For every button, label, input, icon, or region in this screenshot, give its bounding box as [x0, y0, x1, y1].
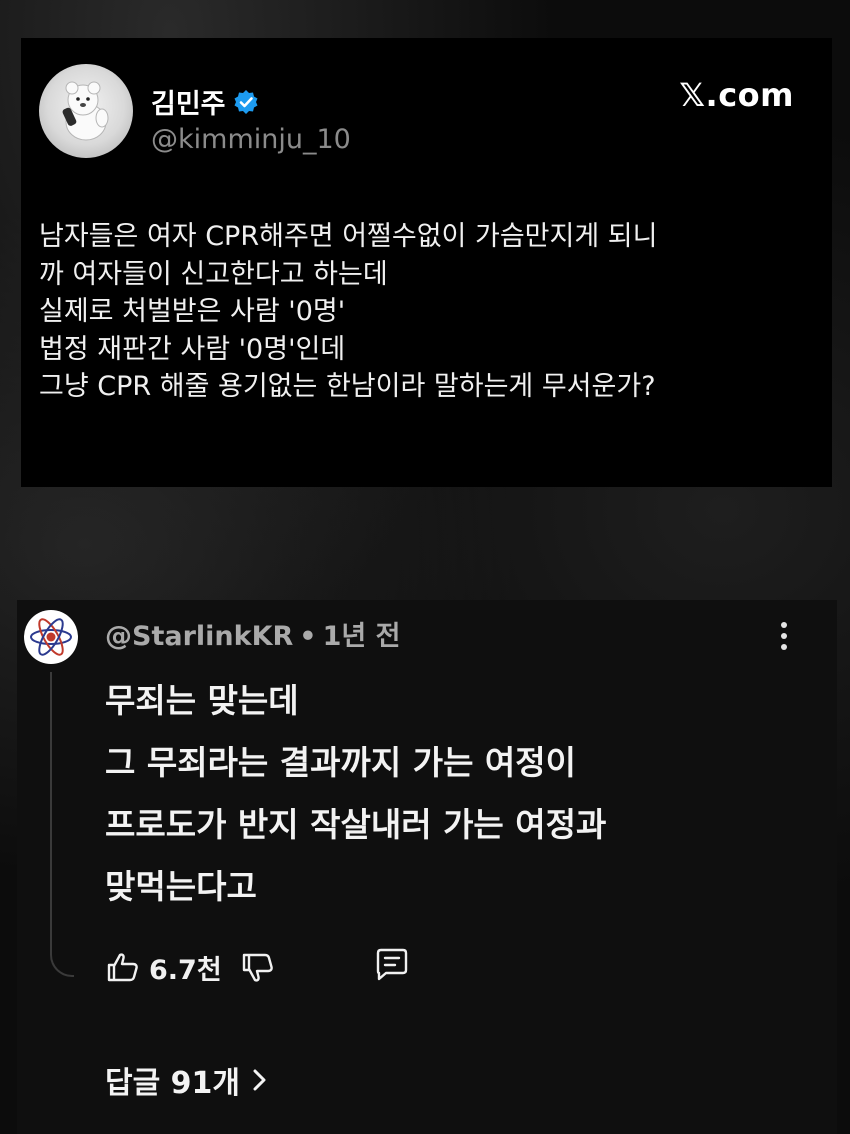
comment-actions: 6.7천: [105, 945, 276, 989]
thumbs-up-icon[interactable]: [105, 949, 141, 985]
atom-icon: [30, 618, 72, 656]
tweet-author-row: 김민주: [151, 82, 259, 121]
comment-line: 무죄는 맞는데: [105, 681, 299, 720]
thread-line: [50, 672, 74, 977]
plush-toy-icon: [62, 81, 109, 141]
comment-reply-icon: [372, 945, 408, 981]
chevron-right-icon: [250, 1066, 270, 1094]
replies-toggle[interactable]: 답글 91개: [105, 1058, 270, 1102]
tweet-author-name[interactable]: 김민주: [151, 82, 226, 121]
more-options-icon[interactable]: [779, 622, 789, 654]
comment-text: 무죄는 맞는데 그 무죄라는 결과까지 가는 여정이 프로도가 반지 작살내러 …: [105, 670, 825, 918]
comment-time[interactable]: 1년 전: [323, 621, 401, 652]
tweet-line: 그냥 CPR 해줄 용기없는 한남이라 말하는게 무서운가?: [39, 371, 656, 402]
like-count: 6.7천: [149, 954, 222, 986]
reply-button[interactable]: [372, 945, 408, 989]
tweet-line: 남자들은 여자 CPR해주면 어쩔수없이 가슴만지게 되니: [39, 221, 658, 252]
tweet-line: 실제로 처벌받은 사람 '0명': [39, 296, 346, 327]
comment-author[interactable]: @StarlinkKR: [105, 621, 293, 652]
replies-label: 답글 91개: [105, 1066, 240, 1101]
commenter-avatar[interactable]: [24, 610, 78, 664]
meta-separator: •: [299, 621, 317, 652]
comment-line: 프로도가 반지 작살내러 가는 여정과: [105, 805, 607, 844]
tweet-card: 김민주 @kimminju_10 𝕏.com 남자들은 여자 CPR해주면 어쩔…: [21, 38, 832, 487]
tweet-author-handle[interactable]: @kimminju_10: [151, 124, 351, 155]
tweet-line: 법정 재판간 사람 '0명'인데: [39, 333, 346, 365]
comment-card: @StarlinkKR • 1년 전 무죄는 맞는데 그 무죄라는 결과까지 가는 …: [17, 600, 837, 1134]
tweet-line: 까 여자들이 신고한다고 하는데: [39, 258, 388, 290]
comment-meta: @StarlinkKR • 1년 전: [105, 614, 400, 653]
verified-badge-icon: [233, 89, 259, 115]
x-com-logo: 𝕏.com: [679, 76, 794, 114]
tweet-avatar[interactable]: [39, 64, 133, 158]
tweet-text: 남자들은 여자 CPR해주면 어쩔수없이 가슴만지게 되니 까 여자들이 신고한…: [39, 218, 819, 406]
comment-line: 맞먹는다고: [105, 867, 257, 906]
thumbs-down-icon[interactable]: [240, 949, 276, 985]
comment-line: 그 무죄라는 결과까지 가는 여정이: [105, 743, 576, 782]
